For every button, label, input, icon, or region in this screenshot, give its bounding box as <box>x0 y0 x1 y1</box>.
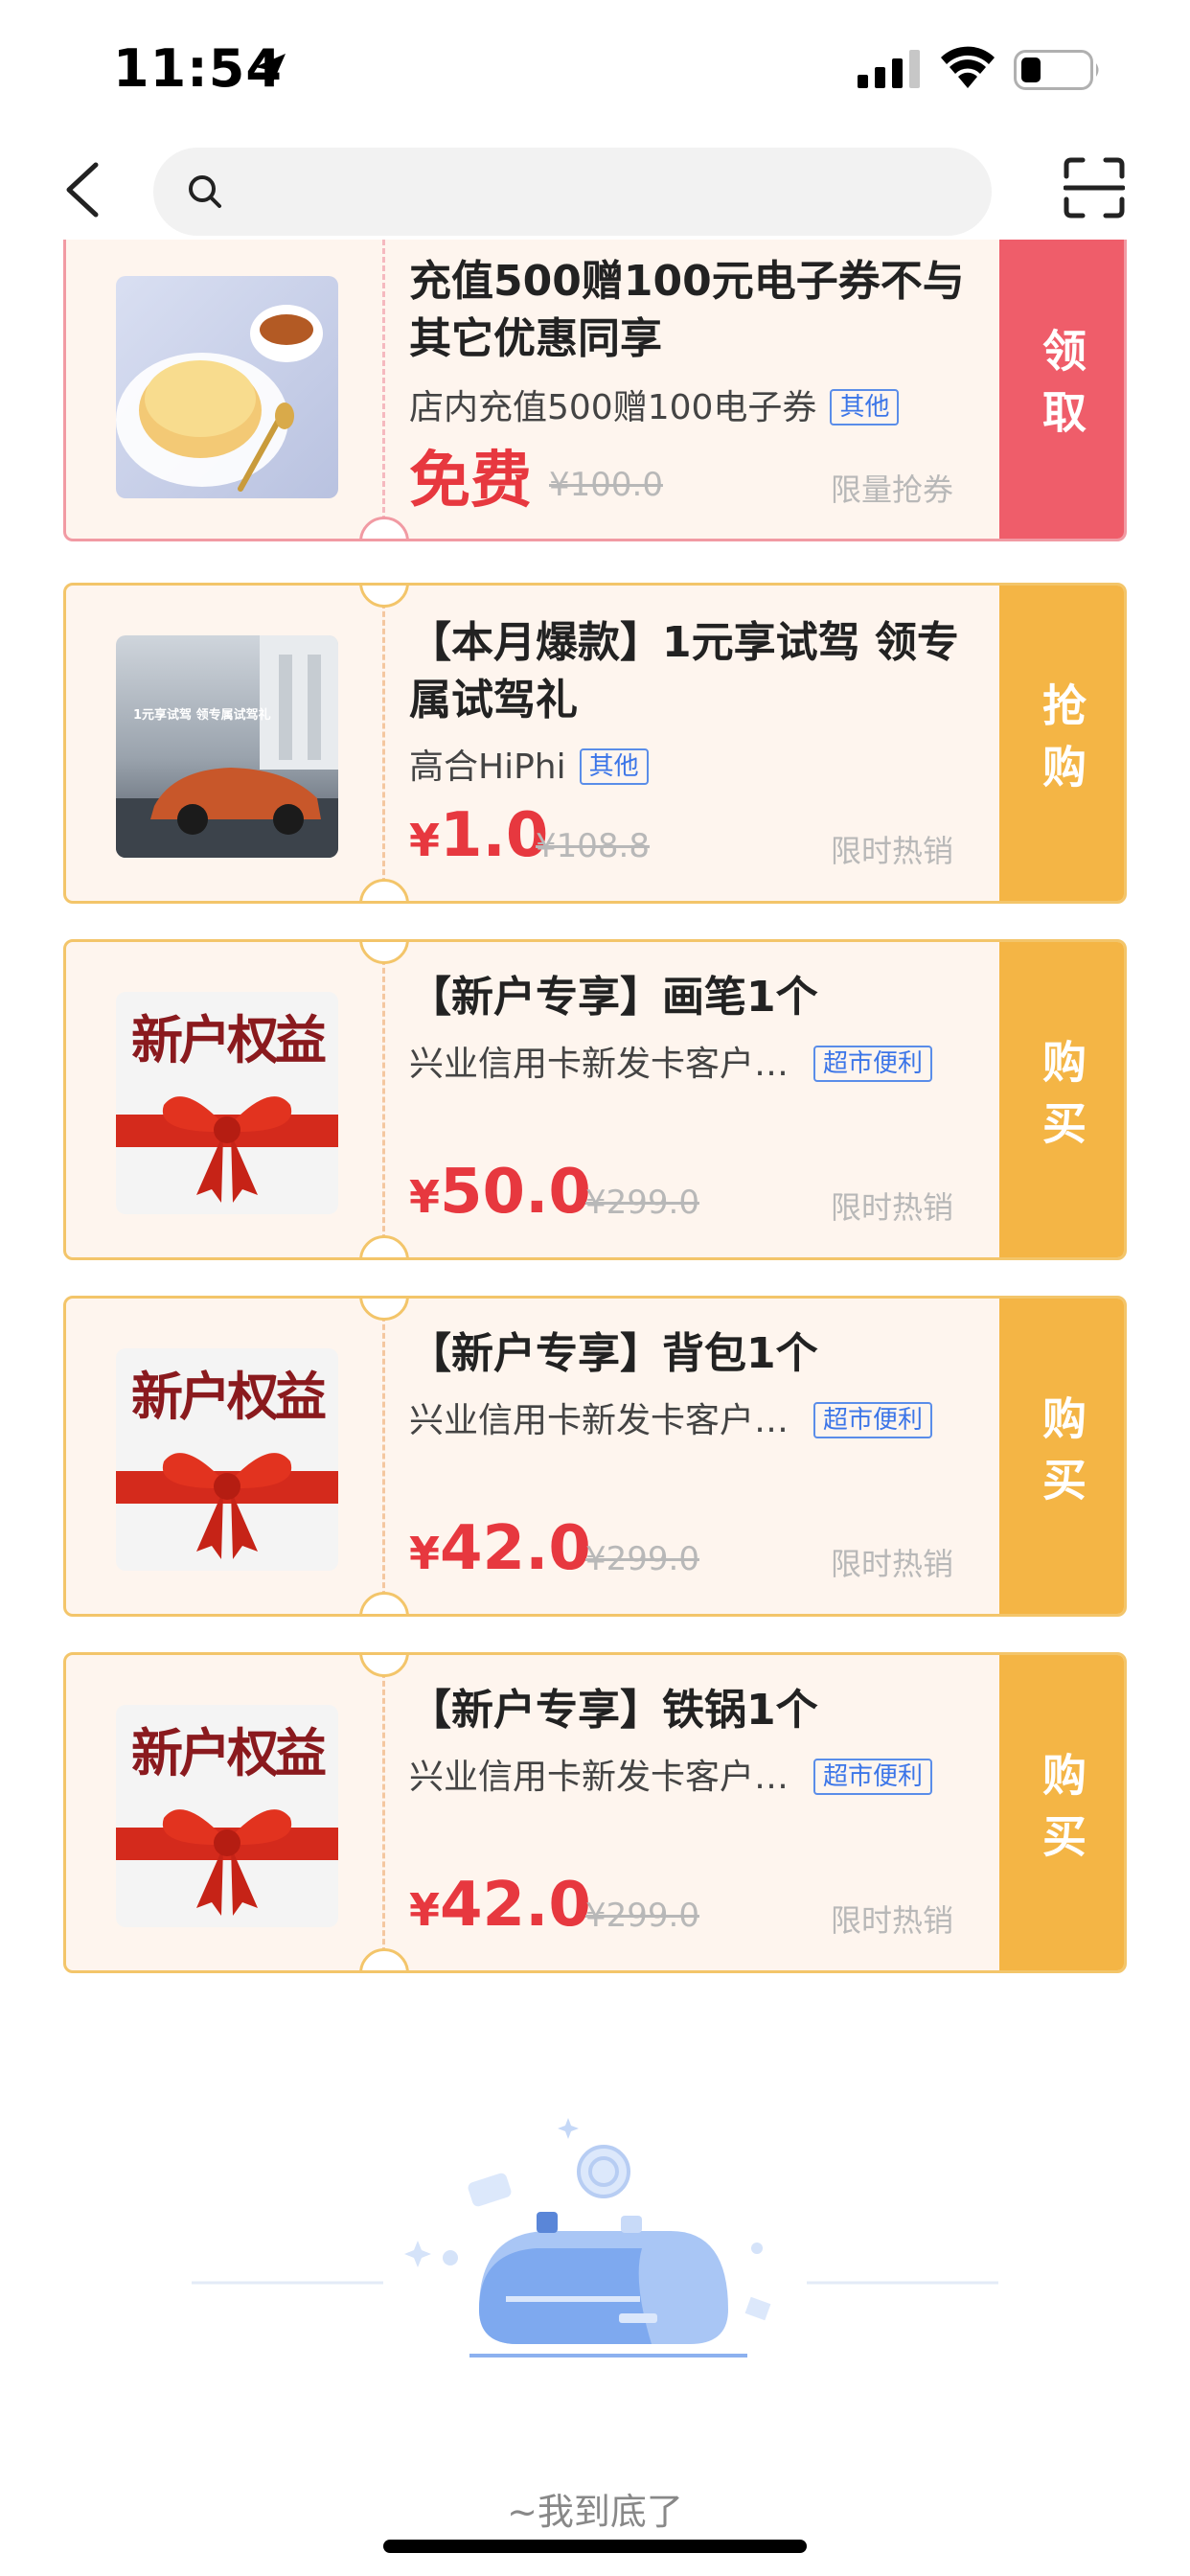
coupon-card[interactable]: 新户权益 【新户专享】铁锅1个 兴业信用卡新发卡客户… 超市便利 ¥42.0 ¥2… <box>63 1652 1127 1973</box>
original-price: ¥100.0 <box>549 466 663 504</box>
thumbnail-caption: 1元享试驾 领专属试驾礼 <box>133 708 271 723</box>
category-tag: 其他 <box>579 748 649 785</box>
buy-button[interactable]: 购买 <box>999 1299 1124 1614</box>
coupon-thumbnail: 新户权益 <box>116 1348 338 1571</box>
thumbnail-caption: 新户权益 <box>131 1723 327 1783</box>
end-of-list-text: ~我到底了 <box>507 2491 683 2533</box>
coupon-title: 充值500赠100元电子券不与其它优惠同享 <box>409 257 965 363</box>
original-price: ¥299.0 <box>585 1897 699 1935</box>
category-tag: 超市便利 <box>813 1402 933 1438</box>
coupon-thumbnail: 新户权益 <box>116 1705 338 1927</box>
coupon-store: 兴业信用卡新发卡客户… 超市便利 <box>409 1036 933 1086</box>
status-text: 限时热销 <box>831 1902 954 1939</box>
buy-button[interactable]: 购买 <box>999 1655 1124 1970</box>
original-price: ¥299.0 <box>585 1540 699 1578</box>
coupon-price: ¥1.0 <box>409 800 549 871</box>
coupon-card[interactable]: 1元享试驾 领专属试驾礼 【本月爆款】1元享试驾 领专属试驾礼 高合HiPhi 其… <box>63 583 1127 904</box>
thumbnail-caption: 新户权益 <box>131 1367 327 1427</box>
location-arrow-icon <box>251 50 289 92</box>
status-text: 限时热销 <box>831 1546 954 1582</box>
buy-now-button[interactable]: 抢购 <box>999 586 1124 901</box>
coupon-thumbnail: 新户权益 <box>116 992 338 1214</box>
status-text: 限时热销 <box>831 833 954 869</box>
coupon-store: 高合HiPhi 其他 <box>409 739 649 789</box>
coupon-title: 【新户专享】画笔1个 <box>409 973 818 1022</box>
original-price: ¥299.0 <box>585 1184 699 1222</box>
battery-icon <box>1014 50 1102 94</box>
coupon-card[interactable]: 充值500赠100元电子券不与其它优惠同享 店内充值500赠100电子券 其他 免… <box>63 240 1127 541</box>
home-indicator <box>383 2540 807 2553</box>
coupon-price: ¥42.0 <box>409 1870 591 1941</box>
nav-bar <box>0 134 1190 249</box>
coupon-thumbnail: 1元享试驾 领专属试驾礼 <box>116 635 338 858</box>
coupon-title: 【新户专享】背包1个 <box>409 1329 818 1378</box>
coupon-price: 免费 <box>409 446 532 517</box>
back-chevron-icon[interactable] <box>59 159 107 220</box>
coupon-store: 店内充值500赠100电子券 其他 <box>409 380 900 429</box>
scan-icon[interactable] <box>1063 157 1126 222</box>
coupon-thumbnail <box>116 276 338 498</box>
search-input[interactable] <box>153 148 992 236</box>
coupon-store: 兴业信用卡新发卡客户… 超市便利 <box>409 1749 933 1799</box>
coupon-title: 【本月爆款】1元享试驾 领专属试驾礼 <box>409 618 959 724</box>
coupon-store: 兴业信用卡新发卡客户… 超市便利 <box>409 1392 933 1442</box>
category-tag: 超市便利 <box>813 1759 933 1795</box>
claim-button[interactable]: 领取 <box>999 240 1124 539</box>
category-tag: 其他 <box>830 389 900 426</box>
coupon-title: 【新户专享】铁锅1个 <box>409 1686 818 1735</box>
status-bar: 11:54 <box>0 0 1190 134</box>
coupon-price: ¥42.0 <box>409 1513 591 1584</box>
coupon-card[interactable]: 新户权益 【新户专享】画笔1个 兴业信用卡新发卡客户… 超市便利 ¥50.0 ¥2… <box>63 939 1127 1260</box>
buy-button[interactable]: 购买 <box>999 942 1124 1257</box>
end-of-list-wallet-illustration <box>192 2108 998 2396</box>
thumbnail-caption: 新户权益 <box>131 1010 327 1070</box>
status-text: 限量抢券 <box>831 472 954 508</box>
coupon-price: ¥50.0 <box>409 1157 591 1228</box>
coupon-card[interactable]: 新户权益 【新户专享】背包1个 兴业信用卡新发卡客户… 超市便利 ¥42.0 ¥2… <box>63 1296 1127 1617</box>
original-price: ¥108.8 <box>536 827 650 865</box>
wifi-icon <box>939 46 996 92</box>
cellular-signal-icon <box>858 50 921 92</box>
status-text: 限时热销 <box>831 1189 954 1226</box>
search-icon <box>186 172 224 215</box>
category-tag: 超市便利 <box>813 1046 933 1082</box>
